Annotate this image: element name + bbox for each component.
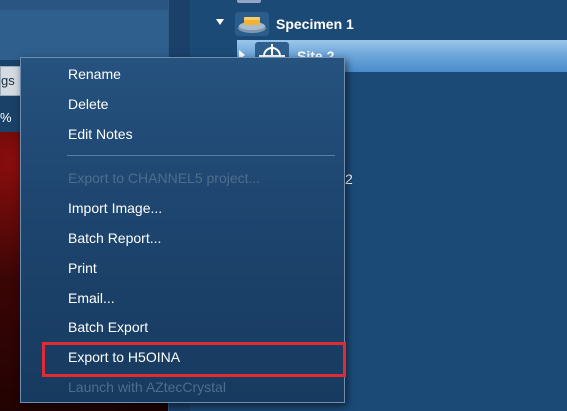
tree-peek-text: 2	[345, 171, 353, 187]
specimen-label: Specimen 1	[276, 16, 354, 32]
context-menu: Rename Delete Edit Notes Export to CHANN…	[20, 57, 345, 403]
menu-item-batch-export[interactable]: Batch Export	[21, 313, 344, 341]
left-tab-label: gs	[1, 73, 15, 88]
specimen-stage-icon	[235, 12, 269, 36]
parent-node-icon	[237, 0, 261, 3]
menu-item-rename[interactable]: Rename	[21, 60, 344, 88]
left-header-bar	[0, 10, 168, 60]
menu-item-email[interactable]: Email...	[21, 284, 344, 312]
menu-item-export-h5oina[interactable]: Export to H5OINA	[21, 343, 344, 371]
menu-item-edit-notes[interactable]: Edit Notes	[21, 120, 344, 148]
menu-item-delete[interactable]: Delete	[21, 90, 344, 118]
menu-item-import-image[interactable]: Import Image...	[21, 194, 344, 222]
triangle-down-icon[interactable]	[216, 19, 224, 25]
menu-item-print[interactable]: Print	[21, 254, 344, 282]
menu-item-batch-report[interactable]: Batch Report...	[21, 224, 344, 252]
left-title-strip	[0, 0, 168, 10]
menu-item-export-channel5: Export to CHANNEL5 project...	[68, 170, 261, 186]
tree-item-specimen[interactable]: Specimen 1	[210, 11, 567, 37]
menu-item-launch-aztec-crystal: Launch with AZtecCrystal	[68, 379, 226, 395]
menu-separator	[67, 155, 335, 156]
